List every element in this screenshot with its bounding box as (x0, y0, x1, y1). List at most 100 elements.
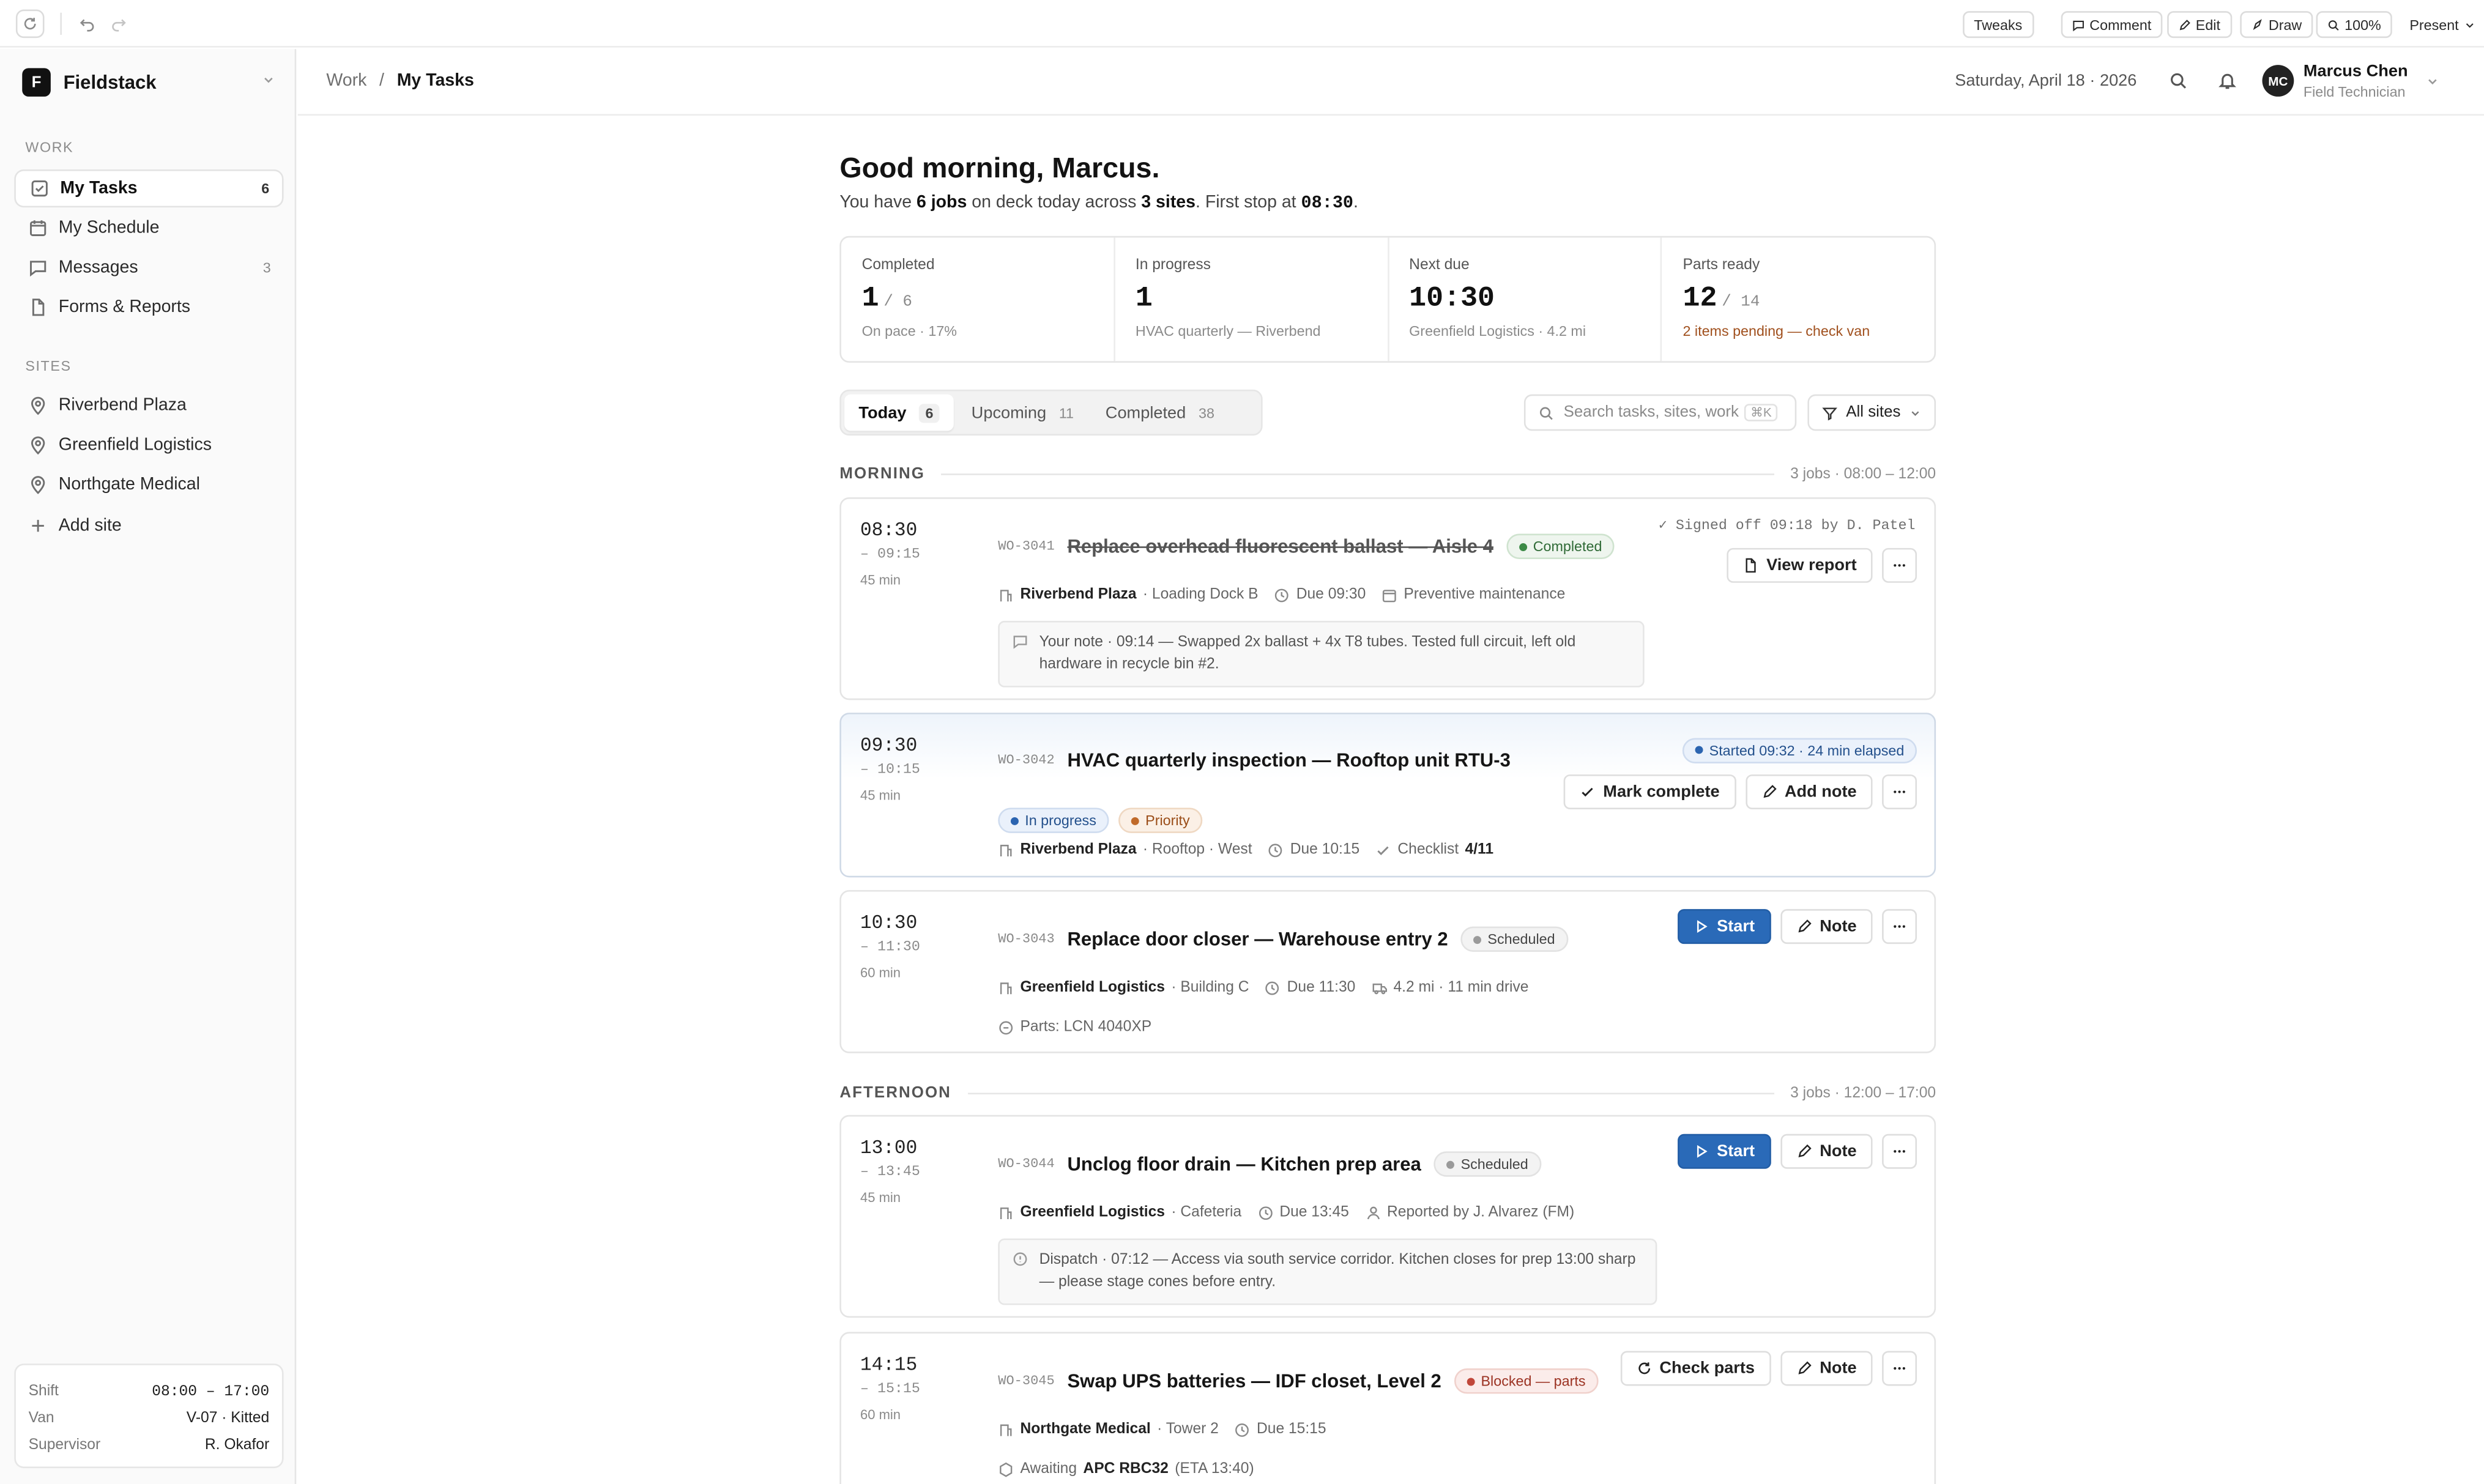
section-title: MORNING (839, 464, 925, 483)
job-title[interactable]: Replace door closer — Warehouse entry 2 (1067, 928, 1448, 950)
job-title[interactable]: HVAC quarterly inspection — Rooftop unit… (1067, 749, 1510, 771)
edit-button[interactable]: Edit (2167, 11, 2232, 39)
job-site: Riverbend Plaza · Rooftop · West (998, 841, 1252, 858)
checklist-progress: 4/11 (1465, 840, 1494, 859)
breadcrumb-parent[interactable]: Work (326, 72, 366, 91)
job-start-time: 10:30 (860, 912, 918, 935)
tab-upcoming[interactable]: Upcoming 11 (957, 395, 1088, 431)
stat-value: 12 / 14 (1683, 283, 1913, 315)
sidebar-item-label: Forms & Reports (58, 297, 191, 317)
stat-label: Parts ready (1683, 256, 1760, 274)
sidebar-site-greenfield-logistics[interactable]: Greenfield Logistics (14, 426, 283, 464)
section-label-work: WORK (25, 139, 74, 155)
start-button[interactable]: Start (1677, 909, 1771, 944)
job-type-label: Preventive maintenance (1404, 585, 1566, 604)
sidebar-item-label: My Schedule (58, 218, 160, 238)
user-role: Field Technician (2303, 84, 2406, 100)
view-report-button[interactable]: View report (1727, 547, 1873, 583)
chevron-down-icon (261, 73, 275, 87)
document-icon (27, 297, 48, 317)
site-name[interactable]: Northgate Medical (1021, 1420, 1151, 1438)
sidebar: F Fieldstack WORK My Tasks 6 My Schedule… (0, 49, 297, 1484)
avatar[interactable]: MC (2262, 65, 2294, 97)
sidebar-site-riverbend-plaza[interactable]: Riverbend Plaza (14, 387, 283, 425)
job-title[interactable]: Unclog floor drain — Kitchen prep area (1067, 1153, 1421, 1175)
present-button[interactable]: Present (2400, 11, 2484, 39)
mark-complete-button[interactable]: Mark complete (1563, 774, 1736, 810)
play-icon (1697, 1145, 1707, 1158)
more-options-button[interactable] (1882, 909, 1917, 944)
button-label: Start (1717, 917, 1755, 937)
add-note-button[interactable]: Add note (1745, 774, 1873, 810)
sidebar-item-my-schedule[interactable]: My Schedule (14, 209, 283, 247)
dispatch-note: Dispatch · 07:12 — Access via south serv… (998, 1238, 1657, 1305)
sidebar-item-label: Northgate Medical (58, 475, 200, 494)
sidebar-item-my-tasks[interactable]: My Tasks 6 (14, 169, 284, 208)
site-filter-dropdown[interactable]: All sites (1807, 394, 1936, 431)
jobs-count: 6 jobs (916, 193, 967, 212)
filter-label: All sites (1846, 404, 1901, 421)
site-name[interactable]: Greenfield Logistics (1021, 1204, 1165, 1221)
job-title[interactable]: Replace overhead fluorescent ballast — A… (1067, 535, 1493, 557)
zoom-button[interactable]: 100% (2316, 11, 2392, 39)
search-input[interactable] (1563, 404, 1741, 421)
building-icon (1000, 844, 1012, 856)
work-order-id: WO-3045 (998, 1373, 1055, 1389)
search-box[interactable]: ⌘K (1523, 394, 1797, 431)
search-icon[interactable] (2166, 68, 2191, 93)
check-parts-button[interactable]: Check parts (1619, 1351, 1771, 1386)
note-button[interactable]: Note (1780, 1351, 1873, 1386)
job-card-wo-3043[interactable]: 10:30 – 11:30 60 min WO-3043 Replace doo… (839, 890, 1936, 1053)
job-card-wo-3044[interactable]: 13:00 – 13:45 45 min WO-3044 Unclog floo… (839, 1115, 1936, 1318)
sidebar-item-messages[interactable]: Messages 3 (14, 248, 283, 286)
bell-icon[interactable] (2215, 68, 2240, 93)
tab-today[interactable]: Today 6 (844, 394, 954, 431)
more-options-button[interactable] (1882, 547, 1917, 583)
add-site-button[interactable]: Add site (14, 507, 283, 545)
note-button[interactable]: Note (1780, 909, 1873, 944)
refresh-icon[interactable] (15, 9, 45, 39)
more-options-button[interactable] (1882, 1351, 1917, 1386)
started-badge-wrap: Started 09:32 · 24 min elapsed (1682, 733, 1917, 763)
chevron-down-icon[interactable] (2425, 75, 2439, 89)
building-icon (1000, 588, 1012, 601)
more-options-button[interactable] (1882, 1133, 1917, 1169)
tab-count: 38 (1199, 404, 1214, 421)
redo-icon[interactable] (105, 10, 133, 39)
more-options-button[interactable] (1882, 774, 1917, 810)
tweaks-button[interactable]: Tweaks (1963, 11, 2034, 39)
job-duration: 45 min (860, 1189, 901, 1206)
job-checklist[interactable]: Checklist 4/11 (1375, 841, 1493, 858)
job-card-wo-3045[interactable]: 14:15 – 15:15 60 min WO-3045 Swap UPS ba… (839, 1332, 1936, 1484)
stat-label: Completed (861, 256, 935, 274)
job-card-wo-3042[interactable]: 09:30 – 10:15 45 min WO-3042 HVAC quarte… (839, 713, 1936, 878)
user-name[interactable]: Marcus Chen (2304, 62, 2408, 81)
site-location: · Loading Dock B (1142, 585, 1259, 604)
draw-button[interactable]: Draw (2240, 11, 2313, 39)
sidebar-item-forms-reports[interactable]: Forms & Reports (14, 288, 283, 326)
site-name[interactable]: Greenfield Logistics (1021, 979, 1165, 996)
subtitle-text: . First stop at (1195, 193, 1301, 212)
stat-number: 1 (861, 283, 879, 316)
tab-completed[interactable]: Completed 38 (1091, 395, 1229, 431)
stat-number: 10:30 (1409, 283, 1495, 316)
start-button[interactable]: Start (1677, 1133, 1771, 1169)
job-duration: 45 min (860, 787, 901, 803)
comment-button[interactable]: Comment (2061, 11, 2163, 39)
job-parts: Parts: LCN 4040XP (998, 1018, 1151, 1036)
site-name[interactable]: Riverbend Plaza (1021, 586, 1137, 603)
stat-note: On pace · 17% (861, 323, 958, 339)
site-name[interactable]: Riverbend Plaza (1021, 841, 1137, 858)
chat-icon (27, 258, 48, 278)
job-card-wo-3041[interactable]: 08:30 – 09:15 45 min WO-3041 Replace ove… (839, 497, 1936, 700)
stat-value: 1/ 6 (862, 283, 1093, 315)
job-title[interactable]: Swap UPS batteries — IDF closet, Level 2 (1067, 1370, 1441, 1392)
clock-icon (1259, 1206, 1272, 1219)
app-window: Tweaks Comment Edit Draw 100% Present F … (0, 0, 2484, 1484)
sidebar-site-northgate-medical[interactable]: Northgate Medical (14, 466, 283, 503)
note-button[interactable]: Note (1780, 1133, 1873, 1169)
search-icon (1539, 406, 1553, 420)
workspace-switcher[interactable]: F Fieldstack (22, 67, 275, 98)
undo-icon[interactable] (73, 10, 102, 39)
pencil-icon (2179, 18, 2190, 30)
